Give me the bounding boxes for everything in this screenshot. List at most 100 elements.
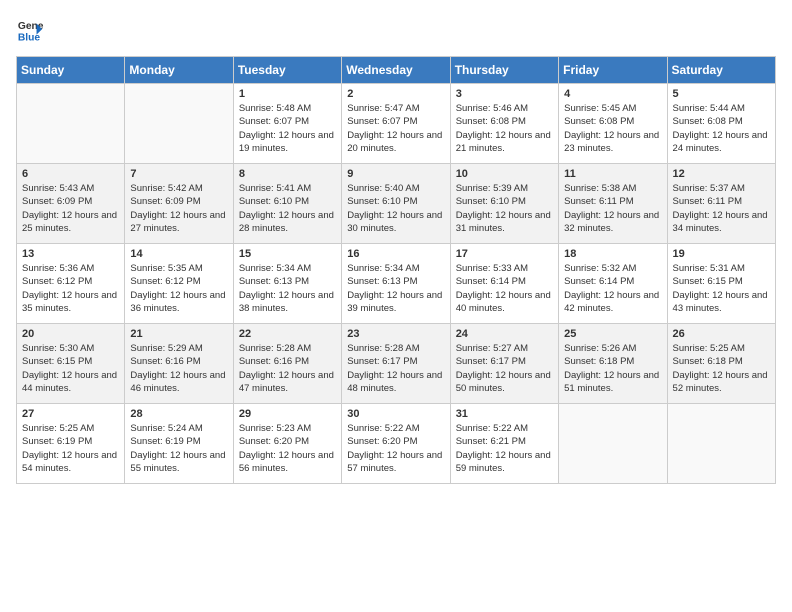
day-info: Sunrise: 5:41 AMSunset: 6:10 PMDaylight:… (239, 182, 336, 235)
calendar-day-cell: 18 Sunrise: 5:32 AMSunset: 6:14 PMDayligh… (559, 244, 667, 324)
calendar-body: 1 Sunrise: 5:48 AMSunset: 6:07 PMDaylight… (17, 84, 776, 484)
calendar-day-cell: 21Sunrise: 5:29 AMSunset: 6:16 PMDayligh… (125, 324, 233, 404)
day-info: Sunrise: 5:27 AMSunset: 6:17 PMDaylight:… (456, 342, 553, 395)
calendar-day-cell: 13 Sunrise: 5:36 AMSunset: 6:12 PMDayligh… (17, 244, 125, 324)
day-number: 28 (130, 408, 227, 420)
calendar-day-cell: 3 Sunrise: 5:46 AMSunset: 6:08 PMDaylight… (450, 84, 558, 164)
logo: General Blue (16, 16, 44, 44)
calendar-week-row: 1 Sunrise: 5:48 AMSunset: 6:07 PMDaylight… (17, 84, 776, 164)
day-info: Sunrise: 5:23 AMSunset: 6:20 PMDaylight:… (239, 422, 336, 475)
calendar-day-cell (17, 84, 125, 164)
day-number: 3 (456, 88, 553, 100)
day-number: 26 (673, 328, 770, 340)
calendar-day-cell: 10 Sunrise: 5:39 AMSunset: 6:10 PMDayligh… (450, 164, 558, 244)
day-number: 19 (673, 248, 770, 260)
day-info: Sunrise: 5:43 AMSunset: 6:09 PMDaylight:… (22, 182, 119, 235)
day-number: 10 (456, 168, 553, 180)
calendar-day-cell: 23 Sunrise: 5:28 AMSunset: 6:17 PMDayligh… (342, 324, 450, 404)
calendar-day-cell: 8 Sunrise: 5:41 AMSunset: 6:10 PMDaylight… (233, 164, 341, 244)
calendar-week-row: 6 Sunrise: 5:43 AMSunset: 6:09 PMDaylight… (17, 164, 776, 244)
day-number: 12 (673, 168, 770, 180)
day-number: 30 (347, 408, 444, 420)
logo-icon: General Blue (16, 16, 44, 44)
day-info: Sunrise: 5:29 AMSunset: 6:16 PMDaylight:… (130, 342, 227, 395)
day-number: 23 (347, 328, 444, 340)
day-number: 15 (239, 248, 336, 260)
day-number: 27 (22, 408, 119, 420)
day-info: Sunrise: 5:34 AMSunset: 6:13 PMDaylight:… (239, 262, 336, 315)
day-number: 13 (22, 248, 119, 260)
calendar-day-cell: 1 Sunrise: 5:48 AMSunset: 6:07 PMDaylight… (233, 84, 341, 164)
day-info: Sunrise: 5:22 AMSunset: 6:21 PMDaylight:… (456, 422, 553, 475)
calendar-day-cell: 26 Sunrise: 5:25 AMSunset: 6:18 PMDayligh… (667, 324, 775, 404)
day-info: Sunrise: 5:25 AMSunset: 6:19 PMDaylight:… (22, 422, 119, 475)
weekday-header-row: SundayMondayTuesdayWednesdayThursdayFrid… (17, 57, 776, 84)
day-info: Sunrise: 5:28 AMSunset: 6:17 PMDaylight:… (347, 342, 444, 395)
day-info: Sunrise: 5:24 AMSunset: 6:19 PMDaylight:… (130, 422, 227, 475)
calendar-day-cell: 4 Sunrise: 5:45 AMSunset: 6:08 PMDaylight… (559, 84, 667, 164)
day-info: Sunrise: 5:40 AMSunset: 6:10 PMDaylight:… (347, 182, 444, 235)
day-number: 18 (564, 248, 661, 260)
calendar-week-row: 13 Sunrise: 5:36 AMSunset: 6:12 PMDayligh… (17, 244, 776, 324)
calendar-day-cell (559, 404, 667, 484)
day-number: 24 (456, 328, 553, 340)
day-info: Sunrise: 5:42 AMSunset: 6:09 PMDaylight:… (130, 182, 227, 235)
day-info: Sunrise: 5:22 AMSunset: 6:20 PMDaylight:… (347, 422, 444, 475)
calendar-week-row: 20Sunrise: 5:30 AMSunset: 6:15 PMDayligh… (17, 324, 776, 404)
day-number: 8 (239, 168, 336, 180)
calendar-day-cell: 22Sunrise: 5:28 AMSunset: 6:16 PMDayligh… (233, 324, 341, 404)
day-info: Sunrise: 5:26 AMSunset: 6:18 PMDaylight:… (564, 342, 661, 395)
weekday-header-cell: Friday (559, 57, 667, 84)
day-number: 1 (239, 88, 336, 100)
calendar-day-cell: 27 Sunrise: 5:25 AMSunset: 6:19 PMDayligh… (17, 404, 125, 484)
calendar-day-cell: 30 Sunrise: 5:22 AMSunset: 6:20 PMDayligh… (342, 404, 450, 484)
calendar-day-cell: 2Sunrise: 5:47 AMSunset: 6:07 PMDaylight… (342, 84, 450, 164)
day-info: Sunrise: 5:46 AMSunset: 6:08 PMDaylight:… (456, 102, 553, 155)
calendar-day-cell: 29Sunrise: 5:23 AMSunset: 6:20 PMDayligh… (233, 404, 341, 484)
day-info: Sunrise: 5:30 AMSunset: 6:15 PMDaylight:… (22, 342, 119, 395)
weekday-header-cell: Sunday (17, 57, 125, 84)
calendar-table: SundayMondayTuesdayWednesdayThursdayFrid… (16, 56, 776, 484)
day-info: Sunrise: 5:34 AMSunset: 6:13 PMDaylight:… (347, 262, 444, 315)
calendar-day-cell: 28 Sunrise: 5:24 AMSunset: 6:19 PMDayligh… (125, 404, 233, 484)
weekday-header-cell: Thursday (450, 57, 558, 84)
weekday-header-cell: Saturday (667, 57, 775, 84)
day-number: 16 (347, 248, 444, 260)
day-number: 9 (347, 168, 444, 180)
calendar-day-cell: 19Sunrise: 5:31 AMSunset: 6:15 PMDayligh… (667, 244, 775, 324)
day-number: 25 (564, 328, 661, 340)
weekday-header-cell: Tuesday (233, 57, 341, 84)
day-number: 31 (456, 408, 553, 420)
calendar-day-cell: 14 Sunrise: 5:35 AMSunset: 6:12 PMDayligh… (125, 244, 233, 324)
calendar-day-cell: 9 Sunrise: 5:40 AMSunset: 6:10 PMDaylight… (342, 164, 450, 244)
day-info: Sunrise: 5:25 AMSunset: 6:18 PMDaylight:… (673, 342, 770, 395)
day-info: Sunrise: 5:33 AMSunset: 6:14 PMDaylight:… (456, 262, 553, 315)
day-info: Sunrise: 5:36 AMSunset: 6:12 PMDaylight:… (22, 262, 119, 315)
day-info: Sunrise: 5:35 AMSunset: 6:12 PMDaylight:… (130, 262, 227, 315)
calendar-day-cell: 20Sunrise: 5:30 AMSunset: 6:15 PMDayligh… (17, 324, 125, 404)
day-info: Sunrise: 5:39 AMSunset: 6:10 PMDaylight:… (456, 182, 553, 235)
calendar-day-cell: 25 Sunrise: 5:26 AMSunset: 6:18 PMDayligh… (559, 324, 667, 404)
calendar-day-cell: 31 Sunrise: 5:22 AMSunset: 6:21 PMDayligh… (450, 404, 558, 484)
calendar-day-cell: 11Sunrise: 5:38 AMSunset: 6:11 PMDayligh… (559, 164, 667, 244)
day-number: 5 (673, 88, 770, 100)
day-number: 11 (564, 168, 661, 180)
calendar-day-cell (125, 84, 233, 164)
day-number: 4 (564, 88, 661, 100)
calendar-day-cell: 7Sunrise: 5:42 AMSunset: 6:09 PMDaylight… (125, 164, 233, 244)
day-info: Sunrise: 5:28 AMSunset: 6:16 PMDaylight:… (239, 342, 336, 395)
weekday-header-cell: Monday (125, 57, 233, 84)
day-info: Sunrise: 5:48 AMSunset: 6:07 PMDaylight:… (239, 102, 336, 155)
day-info: Sunrise: 5:44 AMSunset: 6:08 PMDaylight:… (673, 102, 770, 155)
day-number: 6 (22, 168, 119, 180)
calendar-day-cell: 17Sunrise: 5:33 AMSunset: 6:14 PMDayligh… (450, 244, 558, 324)
day-info: Sunrise: 5:37 AMSunset: 6:11 PMDaylight:… (673, 182, 770, 235)
day-number: 14 (130, 248, 227, 260)
day-info: Sunrise: 5:45 AMSunset: 6:08 PMDaylight:… (564, 102, 661, 155)
weekday-header-cell: Wednesday (342, 57, 450, 84)
calendar-day-cell: 24 Sunrise: 5:27 AMSunset: 6:17 PMDayligh… (450, 324, 558, 404)
day-info: Sunrise: 5:32 AMSunset: 6:14 PMDaylight:… (564, 262, 661, 315)
calendar-day-cell (667, 404, 775, 484)
calendar-day-cell: 12 Sunrise: 5:37 AMSunset: 6:11 PMDayligh… (667, 164, 775, 244)
calendar-day-cell: 15 Sunrise: 5:34 AMSunset: 6:13 PMDayligh… (233, 244, 341, 324)
